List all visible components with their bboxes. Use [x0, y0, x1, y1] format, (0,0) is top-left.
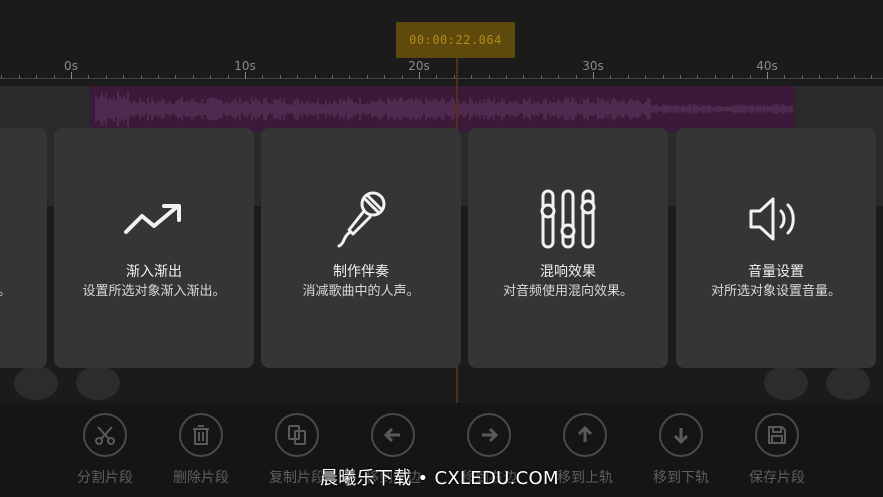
ruler-tick — [680, 75, 681, 79]
ruler-tick — [784, 75, 786, 79]
ruler-tick — [801, 75, 803, 79]
move-down-track-button[interactable]: 移到下轨 — [636, 413, 726, 487]
ruler-tick — [401, 75, 403, 79]
zoom-out-button — [14, 366, 58, 400]
save-clip-label: 保存片段 — [749, 470, 805, 486]
save-clip-button[interactable]: 保存片段 — [732, 413, 822, 487]
copy-icon — [275, 413, 319, 457]
ruler-tick — [53, 75, 55, 79]
volume-card[interactable]: 音量设置 对所选对象设置音量。 — [676, 128, 876, 368]
ruler-tick — [854, 75, 855, 79]
ruler-tick — [158, 75, 159, 79]
waveform — [95, 91, 793, 127]
ruler-tick — [436, 75, 438, 79]
ruler-tick — [662, 75, 664, 79]
ruler-label-0s: 0s — [64, 59, 78, 73]
copy-clip-label: 复制片段 — [269, 470, 325, 486]
ruler-tick — [18, 75, 20, 79]
ruler-tick — [36, 75, 38, 79]
ruler-label-20s: 20s — [408, 59, 430, 73]
ruler-tick — [71, 72, 72, 79]
card-title: 制作伴奏 — [333, 264, 389, 280]
ruler-tick — [819, 75, 821, 79]
effect-cards: 渐入渐出 设置所选对象渐入渐出。 制作伴奏 消减歌曲中的人声。 混响效果 对音频… — [0, 128, 883, 368]
ruler-tick — [645, 75, 647, 79]
move-up-track-label: 移到上轨 — [557, 470, 613, 486]
card-description: 对音频使用混向效果。 — [502, 284, 633, 299]
trash-icon — [179, 413, 223, 457]
delete-clip-button[interactable]: 删除片段 — [156, 413, 246, 487]
ruler-tick — [523, 75, 525, 79]
card-title: 混响效果 — [540, 264, 596, 280]
microphone-icon — [261, 190, 461, 248]
ruler-tick — [471, 75, 473, 79]
ruler-tick — [123, 75, 125, 79]
card-title: 渐入渐出 — [126, 264, 182, 280]
arrow-right-icon — [467, 413, 511, 457]
sliders-icon — [468, 189, 668, 249]
ruler-tick — [175, 75, 177, 79]
arrow-left-icon — [371, 413, 415, 457]
ruler-tick — [105, 75, 107, 79]
split-clip-label: 分割片段 — [77, 470, 133, 486]
ruler-tick — [140, 75, 142, 79]
card-description: 消减歌曲中的人声。 — [302, 284, 420, 299]
karaoke-card[interactable]: 制作伴奏 消减歌曲中的人声。 — [261, 128, 461, 368]
ruler-tick — [332, 75, 333, 79]
ruler-tick — [384, 75, 386, 79]
ruler-tick — [610, 75, 612, 79]
card-title: 音量设置 — [748, 264, 804, 280]
ruler-tick — [575, 75, 577, 79]
ruler-tick — [88, 75, 90, 79]
ruler-tick — [593, 72, 594, 79]
fade-in-out-card[interactable]: 渐入渐出 设置所选对象渐入渐出。 — [54, 128, 254, 368]
ruler-tick — [506, 75, 507, 79]
ruler-tick — [419, 72, 420, 79]
ruler-tick — [1, 75, 3, 79]
ruler-tick — [627, 75, 629, 79]
arrow-up-icon — [563, 413, 607, 457]
ruler-tick — [540, 75, 542, 79]
speaker-icon — [676, 190, 876, 248]
waveform-view-button — [826, 366, 870, 400]
delete-clip-label: 删除片段 — [173, 470, 229, 486]
ruler-tick — [297, 75, 299, 79]
trend-up-icon — [54, 190, 254, 248]
card-description: 设置所选对象渐入渐出。 — [82, 284, 226, 299]
ruler-tick — [366, 75, 368, 79]
ruler-tick — [314, 75, 316, 79]
current-time-display: 00:00:22.064 — [396, 22, 515, 58]
ruler-label-40s: 40s — [756, 59, 778, 73]
ruler-tick — [245, 72, 246, 79]
scissors-icon — [83, 413, 127, 457]
ruler-tick — [767, 72, 768, 79]
reverb-card[interactable]: 混响效果 对音频使用混向效果。 — [468, 128, 668, 368]
ruler-tick — [871, 75, 873, 79]
watermark: 晨曦乐下载 • CXLEDU.COM — [320, 468, 559, 489]
zoom-in-button — [76, 366, 120, 400]
ruler-tick — [279, 75, 281, 79]
ruler-label-10s: 10s — [234, 59, 256, 73]
ruler-label-30s: 30s — [582, 59, 604, 73]
ruler-tick — [488, 75, 490, 79]
ruler-tick — [836, 75, 838, 79]
ruler-tick — [349, 75, 351, 79]
ruler-tick — [714, 75, 716, 79]
ruler-tick — [227, 75, 229, 79]
move-down-track-label: 移到下轨 — [653, 470, 709, 486]
ruler-tick — [732, 75, 734, 79]
save-icon — [755, 413, 799, 457]
split-clip-button[interactable]: 分割片段 — [60, 413, 150, 487]
arrow-down-icon — [659, 413, 703, 457]
timeline-ruler[interactable]: 0s 10s 20s 30s 40s — [0, 58, 883, 86]
ruler-tick — [749, 75, 751, 79]
ruler-tick — [192, 75, 194, 79]
ruler-tick — [262, 75, 264, 79]
card-description: 对所选对象设置音量。 — [710, 284, 841, 299]
ruler-tick — [697, 75, 699, 79]
ruler-tick — [210, 75, 212, 79]
ruler-tick — [558, 75, 560, 79]
search-button — [764, 366, 808, 400]
ruler-tick — [453, 75, 455, 79]
